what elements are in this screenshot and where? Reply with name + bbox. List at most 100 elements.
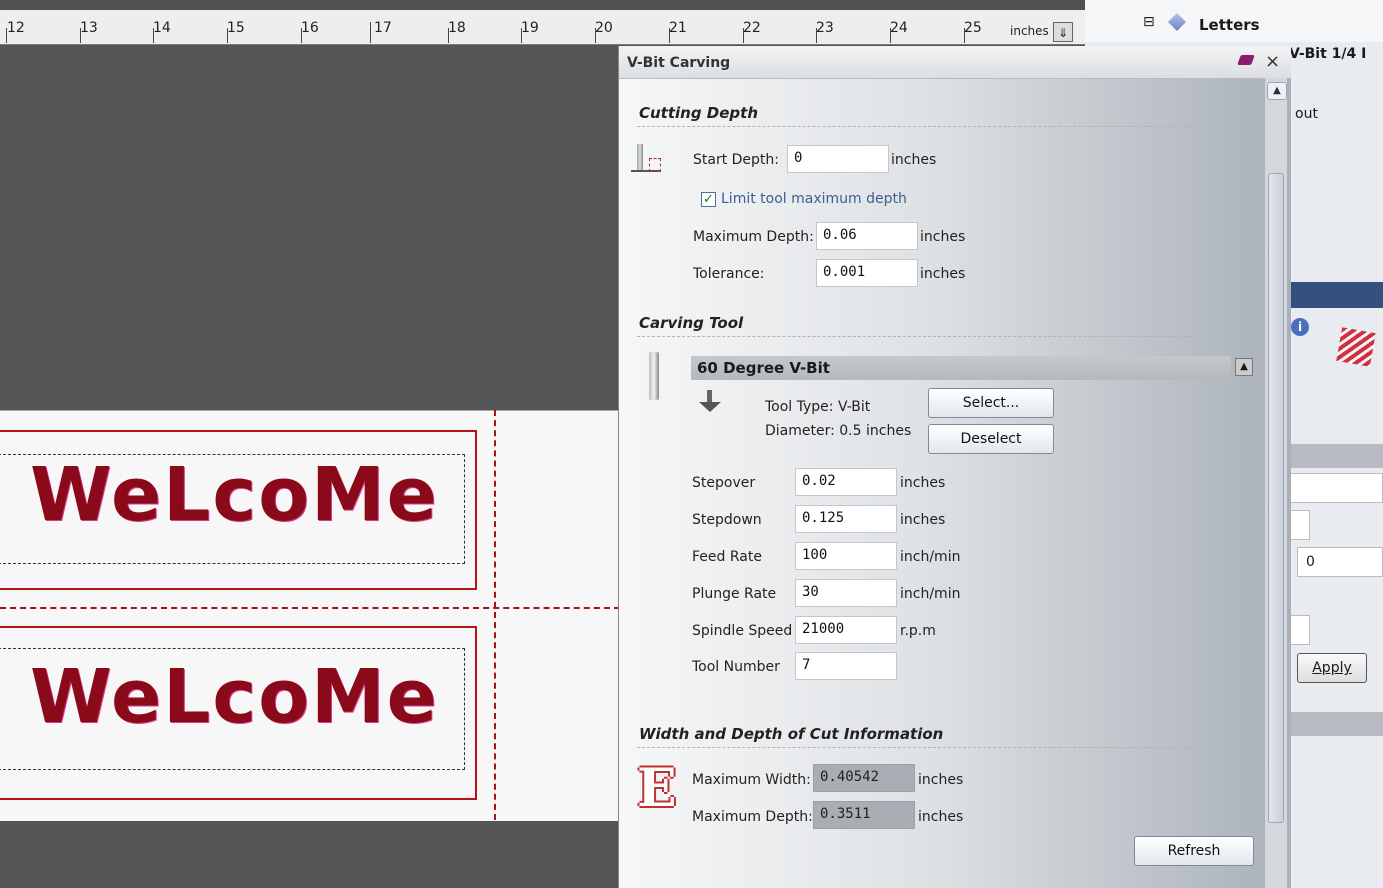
- welcome-text-bottom[interactable]: WeLcoMe: [30, 660, 439, 734]
- tool-number-input[interactable]: 7: [795, 652, 897, 680]
- ruler-number: 20: [595, 20, 613, 36]
- ruler-tick: [521, 28, 522, 43]
- stepdown-input[interactable]: 0.125: [795, 505, 897, 533]
- ruler-number: 25: [964, 20, 982, 36]
- welcome-text-top[interactable]: WeLcoMe: [30, 458, 439, 532]
- ruler-tick: [153, 28, 154, 43]
- ruler-tick: [743, 28, 744, 43]
- tool-number-label: Tool Number: [692, 659, 780, 675]
- section-cutting-depth: Cutting Depth: [639, 104, 759, 122]
- ruler-top-bar: [0, 0, 1085, 10]
- vertical-guide-line: [494, 410, 496, 820]
- ruler-number: 16: [301, 20, 319, 36]
- vbit-carving-dialog: V-Bit Carving × Cutting Depth Start Dept…: [618, 46, 1291, 888]
- section-divider: [637, 747, 1247, 748]
- panel-input[interactable]: [1290, 473, 1383, 503]
- cut-max-depth-output: 0.3511: [813, 801, 915, 829]
- max-depth-unit: inches: [920, 229, 966, 245]
- limit-depth-checkbox[interactable]: ✓: [701, 192, 716, 207]
- scroll-thumb[interactable]: [1268, 173, 1284, 823]
- cutting-depth-icon: [631, 144, 661, 176]
- tolerance-label: Tolerance:: [693, 266, 765, 282]
- deselect-tool-button[interactable]: Deselect: [928, 424, 1054, 454]
- stepover-unit: inches: [900, 475, 946, 491]
- ruler-tick: [669, 28, 670, 43]
- section-cut-info: Width and Depth of Cut Information: [639, 725, 944, 743]
- dialog-title: V-Bit Carving: [627, 55, 731, 71]
- pin-icon[interactable]: [1237, 55, 1255, 65]
- max-depth-input[interactable]: 0.06: [816, 222, 918, 250]
- ruler-number: 22: [743, 20, 761, 36]
- dialog-titlebar: V-Bit Carving ×: [619, 46, 1291, 79]
- cut-max-depth-unit: inches: [918, 809, 964, 825]
- cut-max-depth-label: Maximum Depth:: [692, 809, 813, 825]
- max-depth-label: Maximum Depth:: [693, 229, 814, 245]
- partial-text: out: [1295, 106, 1318, 122]
- ruler-tick: [595, 28, 596, 43]
- panel-input[interactable]: [1290, 615, 1310, 645]
- toolpath-icon[interactable]: [1336, 327, 1376, 367]
- start-depth-label: Start Depth:: [693, 152, 780, 168]
- tool-name-header: 60 Degree V-Bit: [691, 356, 1231, 380]
- start-depth-input[interactable]: 0: [787, 145, 889, 173]
- ruler-tick: [890, 28, 891, 43]
- dialog-scrollbar[interactable]: ▲: [1265, 78, 1287, 888]
- stepover-input[interactable]: 0.02: [795, 468, 897, 496]
- ruler-tick: [816, 28, 817, 43]
- ruler-tick: [80, 28, 81, 43]
- limit-depth-label[interactable]: Limit tool maximum depth: [721, 191, 907, 207]
- section-carving-tool: Carving Tool: [639, 314, 744, 332]
- ruler-number: 19: [521, 20, 539, 36]
- info-icon[interactable]: i: [1291, 318, 1309, 336]
- horizontal-ruler: 12 13 14 15 16 17 18 19 20 21 22 23 24 2…: [0, 0, 1085, 45]
- max-width-unit: inches: [918, 772, 964, 788]
- ruler-number: 15: [227, 20, 245, 36]
- feed-rate-unit: inch/min: [900, 549, 961, 565]
- tool-diameter-text: Diameter: 0.5 inches: [765, 423, 912, 439]
- feed-rate-input[interactable]: 100: [795, 542, 897, 570]
- tree-item-letters[interactable]: Letters: [1199, 16, 1260, 34]
- ruler-units-label: inches: [1010, 24, 1049, 38]
- refresh-button[interactable]: Refresh: [1134, 836, 1254, 866]
- stepdown-unit: inches: [900, 512, 946, 528]
- close-icon[interactable]: ×: [1265, 51, 1280, 72]
- panel-input[interactable]: [1290, 510, 1310, 540]
- tolerance-input[interactable]: 0.001: [816, 259, 918, 287]
- section-divider: [637, 336, 1247, 337]
- ruler-number: 21: [669, 20, 687, 36]
- ruler-number: 23: [816, 20, 834, 36]
- ruler-tick: [227, 28, 228, 43]
- stepdown-label: Stepdown: [692, 512, 762, 528]
- plunge-rate-input[interactable]: 30: [795, 579, 897, 607]
- tool-type-text: Tool Type: V-Bit: [765, 399, 871, 415]
- cut-info-icon: E: [637, 758, 677, 819]
- ruler-tick: [370, 22, 371, 43]
- panel-value-input[interactable]: 0: [1297, 547, 1383, 577]
- apply-button[interactable]: Apply: [1297, 653, 1367, 683]
- spindle-speed-input[interactable]: 21000: [795, 616, 897, 644]
- vbit-type-icon: [699, 390, 721, 412]
- collapse-tool-button[interactable]: ▲: [1235, 358, 1253, 376]
- select-tool-button[interactable]: Select...: [928, 388, 1054, 418]
- ruler-tick: [448, 28, 449, 43]
- feed-rate-label: Feed Rate: [692, 549, 762, 565]
- ruler-tick: [6, 28, 7, 43]
- section-divider: [637, 126, 1247, 127]
- tree-toggle-icon[interactable]: ⊟: [1143, 14, 1155, 30]
- ruler-number: 18: [448, 20, 466, 36]
- plunge-rate-label: Plunge Rate: [692, 586, 777, 602]
- ruler-units-button[interactable]: ⇓: [1053, 22, 1073, 42]
- ruler-tick: [964, 28, 965, 43]
- scroll-up-button[interactable]: ▲: [1267, 82, 1287, 100]
- ruler-number: 14: [153, 20, 171, 36]
- toolpath-name-partial: V-Bit 1/4 I: [1289, 46, 1367, 62]
- ruler-tick: [301, 28, 302, 43]
- spindle-speed-unit: r.p.m: [900, 623, 936, 639]
- ruler-number: 13: [80, 20, 98, 36]
- ruler-number: 24: [890, 20, 908, 36]
- max-width-label: Maximum Width:: [692, 772, 811, 788]
- tolerance-unit: inches: [920, 266, 966, 282]
- spindle-speed-label: Spindle Speed: [692, 623, 793, 639]
- ruler-number: 17: [374, 20, 392, 36]
- horizontal-guide-line: [0, 607, 620, 609]
